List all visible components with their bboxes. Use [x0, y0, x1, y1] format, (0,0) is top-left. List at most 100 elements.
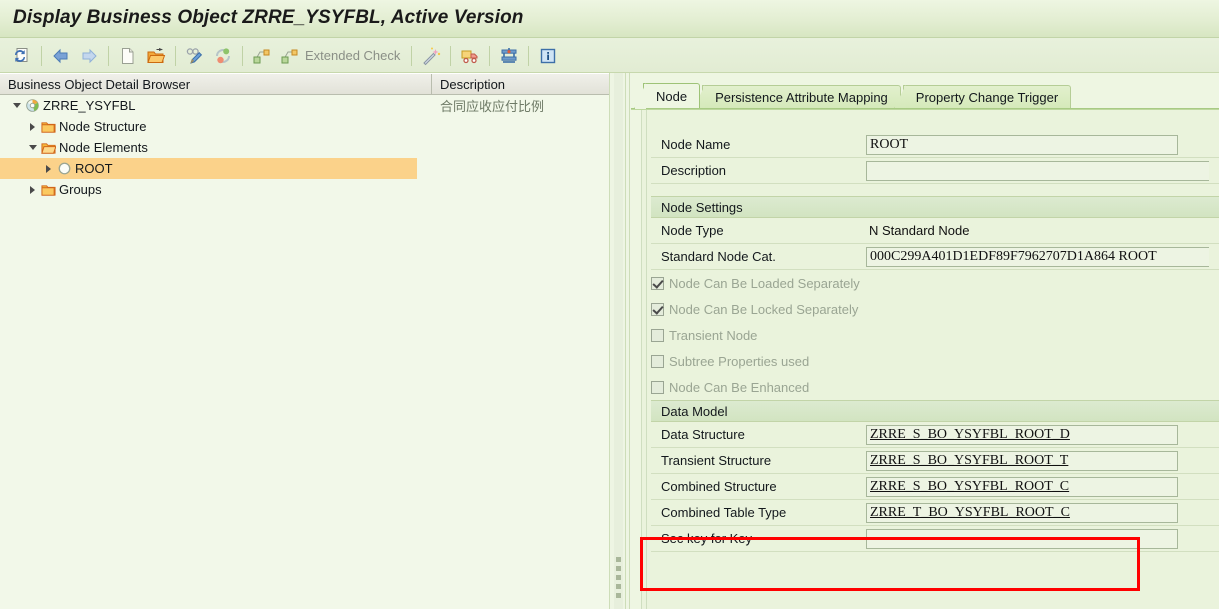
open-folder-icon[interactable] — [143, 43, 169, 69]
extended-check-icon[interactable] — [277, 43, 303, 69]
tree-body: ZRRE_YSYFBL 合同应收应付比例 Node Structure Node… — [0, 95, 609, 609]
column-header-browser[interactable]: Business Object Detail Browser — [0, 74, 432, 94]
checkbox-node-can-be-locked-separately[interactable] — [651, 302, 664, 316]
toolbar-separator — [108, 45, 109, 66]
section-header-data-model: Data Model — [651, 400, 1219, 422]
tree-item-label: Node Structure — [59, 119, 147, 134]
tree-item-node-structure[interactable]: Node Structure — [0, 116, 609, 137]
splitter-grip[interactable] — [616, 557, 621, 602]
data-structure-input[interactable]: ZRRE_S_BO_YSYFBL_ROOT_D — [866, 424, 1178, 445]
checkbox-subtree-properties-used[interactable] — [651, 354, 664, 368]
field-row-standard-node-cat: Standard Node Cat. 000C299A401D1EDF89F79… — [651, 244, 1219, 270]
press-clamp-icon[interactable] — [496, 43, 522, 69]
panel-border-left-inner — [646, 110, 647, 609]
combined-structure-link[interactable]: ZRRE_S_BO_YSYFBL_ROOT_C — [870, 479, 1069, 495]
tree-item-root[interactable]: ROOT — [0, 158, 609, 179]
transport-truck-icon[interactable] — [457, 43, 483, 69]
data-structure-link[interactable]: ZRRE_S_BO_YSYFBL_ROOT_D — [870, 427, 1070, 443]
toolbar-separator — [528, 45, 530, 66]
combined-table-type-link[interactable]: ZRRE_T_BO_YSYFBL_ROOT_C — [870, 505, 1070, 521]
section-header-node-settings: Node Settings — [651, 196, 1219, 218]
field-row-node-type: Node Type N Standard Node — [651, 218, 1219, 244]
column-header-description[interactable]: Description — [432, 74, 609, 94]
new-document-icon[interactable] — [115, 43, 141, 69]
field-row-data-structure: Data Structure ZRRE_S_BO_YSYFBL_ROOT_D — [651, 422, 1219, 448]
checkbox-node-can-be-loaded-separately[interactable] — [651, 276, 664, 290]
checkbox-node-can-be-enhanced[interactable] — [651, 380, 664, 394]
checkbox-row-subtree-properties-used[interactable]: Subtree Properties used — [641, 348, 1219, 374]
description-input[interactable] — [866, 160, 1209, 181]
back-icon[interactable] — [48, 43, 74, 69]
forward-icon[interactable] — [76, 43, 102, 69]
tab-persistence-attribute-mapping[interactable]: Persistence Attribute Mapping — [693, 85, 901, 109]
field-row-description: Description — [651, 158, 1219, 184]
field-row-transient-structure: Transient Structure ZRRE_S_BO_YSYFBL_ROO… — [651, 448, 1219, 474]
checkbox-row-transient-node[interactable]: Transient Node — [641, 322, 1219, 348]
title-bar: Display Business Object ZRRE_YSYFBL, Act… — [0, 0, 1219, 38]
field-label-sec-key-for-key: Sec key for Key — [661, 531, 753, 546]
pane-splitter[interactable] — [609, 73, 631, 609]
tree-item-zrre-ysyfbl[interactable]: ZRRE_YSYFBL 合同应收应付比例 — [0, 95, 609, 116]
expand-collapse-toggle[interactable] — [26, 179, 39, 200]
checkbox-label: Node Can Be Locked Separately — [669, 301, 859, 317]
field-label-combined-structure: Combined Structure — [661, 479, 777, 494]
combined-structure-input[interactable]: ZRRE_S_BO_YSYFBL_ROOT_C — [866, 476, 1178, 497]
expand-collapse-toggle[interactable] — [42, 158, 55, 179]
tab-property-change-trigger[interactable]: Property Change Trigger — [893, 85, 1072, 109]
node-icon — [55, 160, 73, 178]
application-window: Display Business Object ZRRE_YSYFBL, Act… — [0, 0, 1219, 609]
check-hierarchy-icon[interactable] — [249, 43, 275, 69]
field-row-combined-structure: Combined Structure ZRRE_S_BO_YSYFBL_ROOT… — [651, 474, 1219, 500]
toolbar-separator — [411, 45, 413, 66]
activate-icon[interactable] — [210, 43, 236, 69]
tree-item-node-elements[interactable]: Node Elements — [0, 137, 609, 158]
info-icon[interactable] — [535, 43, 561, 69]
combined-table-type-input[interactable]: ZRRE_T_BO_YSYFBL_ROOT_C — [866, 502, 1178, 523]
magic-wand-icon[interactable] — [418, 43, 444, 69]
field-label-node-type: Node Type — [661, 223, 724, 238]
splitter-edge-left — [609, 73, 610, 609]
panel-gap — [641, 184, 1219, 196]
node-detail-panel: Node Name ROOT Description Node Settings… — [641, 110, 1219, 609]
toolbar-separator — [41, 45, 42, 66]
display-check-icon[interactable] — [182, 43, 208, 69]
tab-node[interactable]: Node — [634, 83, 701, 109]
toolbar: Extended Check — [0, 38, 1219, 73]
checkbox-row-node-can-be-enhanced[interactable]: Node Can Be Enhanced — [641, 374, 1219, 400]
tree-item-label: ZRRE_YSYFBL — [43, 98, 136, 113]
field-row-combined-table-type: Combined Table Type ZRRE_T_BO_YSYFBL_ROO… — [651, 500, 1219, 526]
tab-skew — [634, 83, 646, 109]
expand-collapse-toggle[interactable] — [26, 137, 39, 158]
tab-label: Persistence Attribute Mapping — [715, 89, 888, 105]
node-detail-content: Node Name ROOT Description Node Settings… — [641, 110, 1219, 609]
checkbox-row-node-can-be-loaded-separately[interactable]: Node Can Be Loaded Separately — [641, 270, 1219, 296]
node-detail-pane: Node Persistence Attribute Mapping Prope… — [631, 73, 1219, 609]
toolbar-separator — [489, 45, 491, 66]
transient-structure-input[interactable]: ZRRE_S_BO_YSYFBL_ROOT_T — [866, 450, 1178, 471]
tree-column-headers: Business Object Detail Browser Descripti… — [0, 73, 609, 95]
field-label-combined-table-type: Combined Table Type — [661, 505, 787, 520]
standard-node-cat-input[interactable]: 000C299A401D1EDF89F7962707D1A864 ROOT — [866, 246, 1209, 267]
expand-collapse-toggle[interactable] — [26, 116, 39, 137]
tree-item-label: Groups — [59, 182, 102, 197]
refresh-icon[interactable] — [9, 43, 35, 69]
splitter-edge-right2 — [629, 73, 630, 609]
sec-key-for-key-input[interactable] — [866, 528, 1178, 549]
transient-structure-link[interactable]: ZRRE_S_BO_YSYFBL_ROOT_T — [870, 453, 1068, 469]
extended-check-button[interactable]: Extended Check — [276, 43, 406, 69]
field-row-node-name: Node Name ROOT — [651, 132, 1219, 158]
expand-collapse-toggle[interactable] — [10, 95, 23, 116]
folder-icon — [39, 181, 57, 199]
tree-item-label: ROOT — [75, 161, 113, 176]
detail-tabstrip: Node Persistence Attribute Mapping Prope… — [634, 83, 1073, 109]
toolbar-separator — [175, 45, 176, 66]
node-name-input[interactable]: ROOT — [866, 134, 1178, 155]
checkbox-transient-node[interactable] — [651, 328, 664, 342]
toolbar-separator — [242, 45, 243, 66]
checkbox-label: Subtree Properties used — [669, 353, 810, 369]
check-hierarchy-button[interactable] — [248, 43, 276, 69]
extended-check-label: Extended Check — [305, 48, 401, 63]
splitter-bar[interactable] — [614, 73, 623, 609]
checkbox-row-node-can-be-locked-separately[interactable]: Node Can Be Locked Separately — [641, 296, 1219, 322]
tree-item-groups[interactable]: Groups — [0, 179, 609, 200]
